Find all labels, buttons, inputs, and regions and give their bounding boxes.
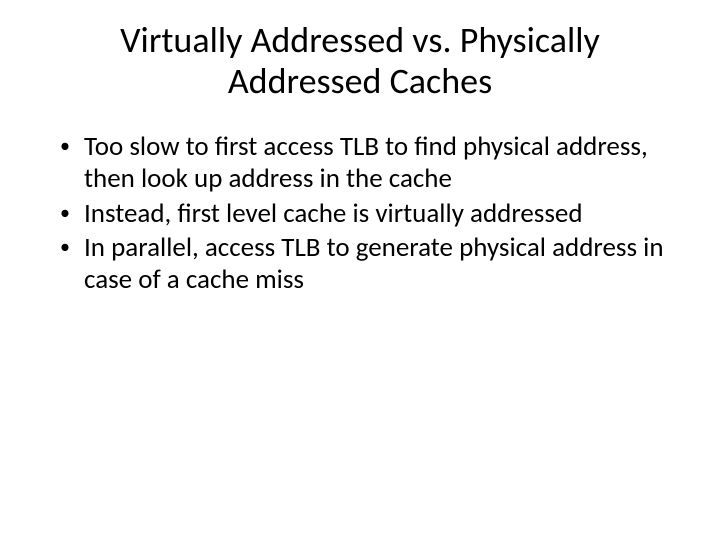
bullet-icon: • [60, 131, 84, 161]
list-item: • Too slow to first access TLB to find p… [60, 131, 670, 196]
list-item: • Instead, first level cache is virtuall… [60, 198, 670, 230]
bullet-icon: • [60, 232, 84, 262]
bullet-icon: • [60, 198, 84, 228]
bullet-text: Instead, first level cache is virtually … [84, 198, 670, 230]
bullet-list: • Too slow to first access TLB to find p… [50, 131, 670, 297]
list-item: • In parallel, access TLB to generate ph… [60, 232, 670, 297]
bullet-text: Too slow to first access TLB to find phy… [84, 131, 670, 196]
slide-title: Virtually Addressed vs. Physically Addre… [50, 20, 670, 103]
bullet-text: In parallel, access TLB to generate phys… [84, 232, 670, 297]
